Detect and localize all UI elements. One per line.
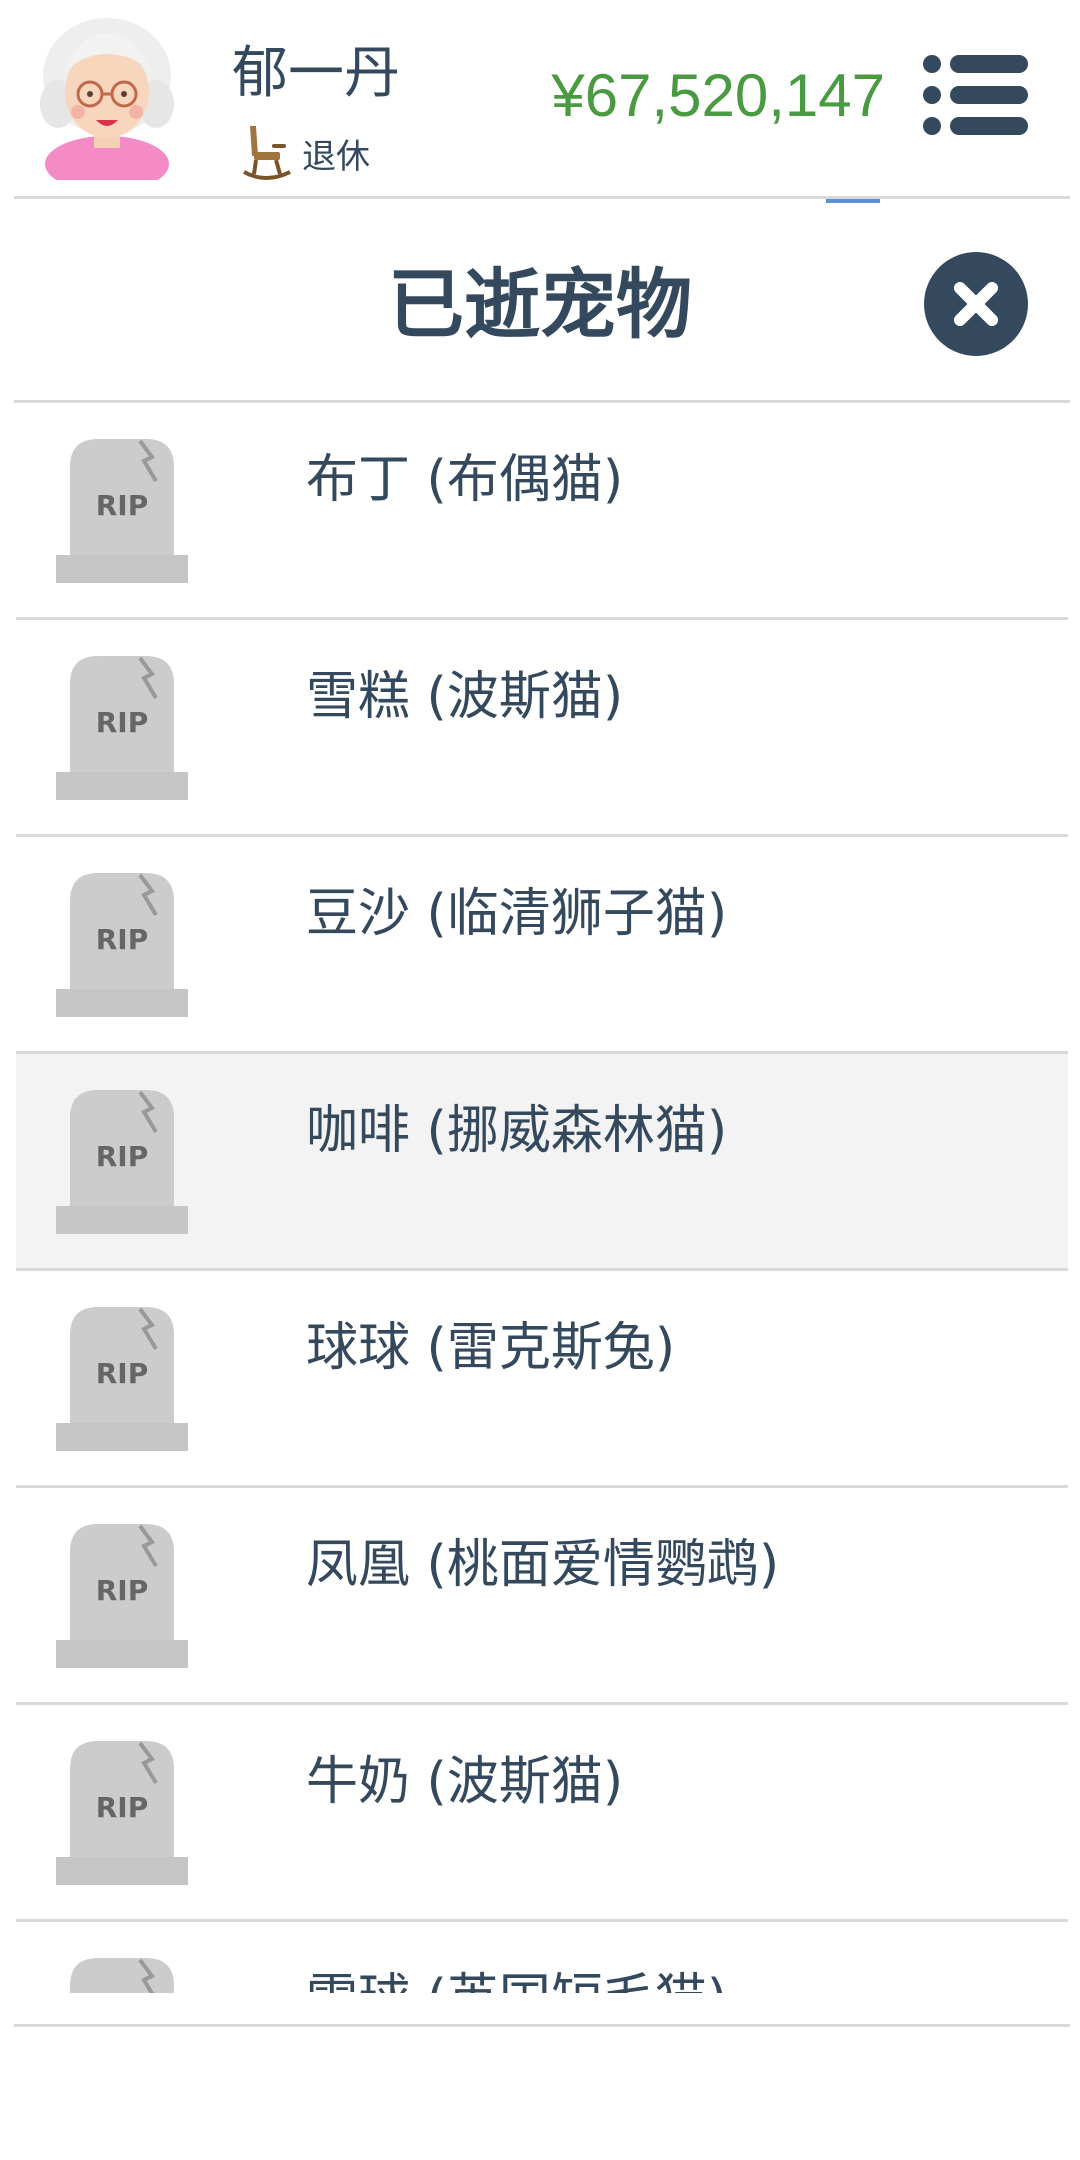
pet-name-label: 布丁 (布偶猫): [306, 450, 624, 510]
header-divider: [14, 196, 1070, 199]
list-item[interactable]: RIP 球球 (雷克斯兔): [16, 1271, 1068, 1488]
list-item[interactable]: RIP 布丁 (布偶猫): [16, 403, 1068, 620]
menu-button[interactable]: [920, 50, 1030, 140]
list-item[interactable]: RIP 豆沙 (临清狮子猫): [16, 837, 1068, 1054]
close-icon: [954, 282, 998, 326]
list-item[interactable]: RIP 牛奶 (波斯猫): [16, 1705, 1068, 1922]
elderly-woman-avatar-icon: [40, 18, 174, 192]
tombstone-icon: RIP: [56, 439, 188, 583]
tombstone-text: RIP: [96, 1574, 149, 1607]
list-item[interactable]: RIP 凤凰 (桃面爱情鹦鹉): [16, 1488, 1068, 1705]
pet-name-label: 球球 (雷克斯兔): [306, 1318, 676, 1378]
tombstone-text: RIP: [96, 1357, 149, 1390]
pet-name-label: 咖啡 (挪威森林猫): [306, 1101, 728, 1161]
pet-name-label: 雪糕 (波斯猫): [306, 667, 624, 727]
rocking-chair-icon: [243, 126, 291, 180]
deceased-pet-list[interactable]: RIP 布丁 (布偶猫) RIP 雪糕 (波斯猫) RIP 豆沙 (临清狮子猫) RIP 咖啡…: [16, 403, 1068, 1993]
pet-name-label: 雪球 (英国短毛猫): [306, 1964, 727, 1993]
tombstone-icon: RIP: [56, 1741, 188, 1885]
tombstone-text: RIP: [96, 1140, 149, 1173]
status-label: 退休: [302, 136, 370, 177]
tombstone-text: RIP: [96, 923, 149, 956]
tombstone-icon: RIP: [56, 656, 188, 800]
header-bar: 郁一丹 退休 ¥67,520,147: [0, 0, 1080, 198]
close-button[interactable]: [924, 252, 1028, 356]
list-item[interactable]: RIP 咖啡 (挪威森林猫): [16, 1054, 1068, 1271]
list-item[interactable]: RIP 雪球 (英国短毛猫): [16, 1922, 1068, 1993]
pet-name-label: 凤凰 (桃面爱情鹦鹉): [306, 1535, 780, 1595]
player-name: 郁一丹: [232, 41, 400, 106]
page-title: 已逝宠物: [388, 260, 692, 349]
tombstone-text: RIP: [96, 489, 149, 522]
pet-name-label: 豆沙 (临清狮子猫): [306, 884, 728, 944]
tombstone-icon: RIP: [56, 1307, 188, 1451]
pet-name-label: 牛奶 (波斯猫): [306, 1752, 624, 1812]
tombstone-icon: RIP: [56, 873, 188, 1017]
list-menu-icon: [923, 55, 1028, 135]
status-row: 退休: [242, 122, 370, 184]
tombstone-icon: RIP: [56, 1090, 188, 1234]
tombstone-icon: RIP: [56, 1958, 188, 1993]
avatar[interactable]: [38, 14, 176, 192]
list-item[interactable]: RIP 雪糕 (波斯猫): [16, 620, 1068, 837]
tombstone-icon: RIP: [56, 1524, 188, 1668]
tombstone-text: RIP: [96, 1791, 149, 1824]
list-bottom-divider: [14, 2024, 1070, 2027]
tab-indicator: [826, 199, 880, 203]
money-balance: ¥67,520,147: [551, 62, 885, 129]
tombstone-text: RIP: [96, 706, 149, 739]
